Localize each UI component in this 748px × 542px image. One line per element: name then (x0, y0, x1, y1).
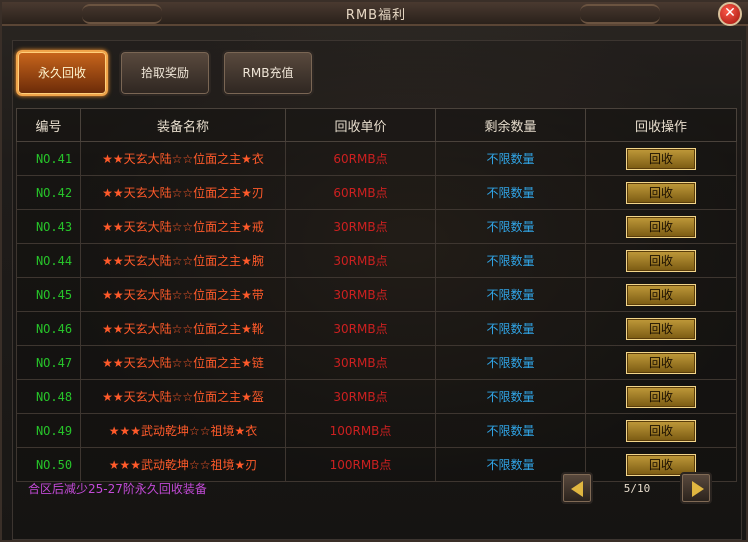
item-name: ★★★武动乾坤☆☆祖境★衣 (80, 413, 286, 448)
recycle-button[interactable]: 回收 (626, 351, 696, 374)
header-number: 编号 (16, 108, 81, 142)
table-row: NO.44 ★★天玄大陆☆☆位面之主★腕 30RMB点 不限数量 回收 (16, 243, 737, 278)
page-indicator: 5/10 (623, 482, 651, 495)
table-row: NO.45 ★★天玄大陆☆☆位面之主★带 30RMB点 不限数量 回收 (16, 277, 737, 312)
table-row: NO.42 ★★天玄大陆☆☆位面之主★刃 60RMB点 不限数量 回收 (16, 175, 737, 210)
rmb-welfare-window: RMB福利 ✕ 永久回收 拾取奖励 RMB充值 编号 装备名称 回收单价 剩余数… (0, 0, 748, 542)
recycle-button[interactable]: 回收 (626, 147, 696, 170)
action-cell: 回收 (585, 311, 737, 346)
remaining-quantity: 不限数量 (435, 141, 586, 176)
unit-price: 30RMB点 (285, 379, 436, 414)
header-remaining: 剩余数量 (435, 108, 586, 142)
row-number: NO.44 (16, 243, 81, 278)
footer-note: 合区后减少25-27阶永久回收装备 (28, 482, 207, 496)
triangle-right-icon (692, 481, 704, 497)
action-cell: 回收 (585, 345, 737, 380)
unit-price: 60RMB点 (285, 175, 436, 210)
action-cell: 回收 (585, 141, 737, 176)
close-button[interactable]: ✕ (718, 2, 742, 26)
row-number: NO.48 (16, 379, 81, 414)
remaining-quantity: 不限数量 (435, 175, 586, 210)
remaining-quantity: 不限数量 (435, 243, 586, 278)
row-number: NO.45 (16, 277, 81, 312)
remaining-quantity: 不限数量 (435, 209, 586, 244)
recycle-button[interactable]: 回收 (626, 317, 696, 340)
action-cell: 回收 (585, 447, 737, 482)
next-page-button[interactable] (680, 472, 712, 504)
header-unit-price: 回收单价 (285, 108, 436, 142)
unit-price: 100RMB点 (285, 447, 436, 482)
row-number: NO.47 (16, 345, 81, 380)
tab-permanent-recycle[interactable]: 永久回收 (16, 50, 108, 96)
unit-price: 60RMB点 (285, 141, 436, 176)
action-cell: 回收 (585, 379, 737, 414)
table-row: NO.49 ★★★武动乾坤☆☆祖境★衣 100RMB点 不限数量 回收 (16, 413, 737, 448)
table-row: NO.46 ★★天玄大陆☆☆位面之主★靴 30RMB点 不限数量 回收 (16, 311, 737, 346)
action-cell: 回收 (585, 175, 737, 210)
remaining-quantity: 不限数量 (435, 345, 586, 380)
row-number: NO.50 (16, 447, 81, 482)
remaining-quantity: 不限数量 (435, 277, 586, 312)
recycle-button[interactable]: 回收 (626, 419, 696, 442)
table-row: NO.48 ★★天玄大陆☆☆位面之主★盔 30RMB点 不限数量 回收 (16, 379, 737, 414)
unit-price: 100RMB点 (285, 413, 436, 448)
recycle-button[interactable]: 回收 (626, 181, 696, 204)
tab-rmb-recharge[interactable]: RMB充值 (222, 50, 314, 96)
item-name: ★★天玄大陆☆☆位面之主★衣 (80, 141, 286, 176)
row-number: NO.41 (16, 141, 81, 176)
unit-price: 30RMB点 (285, 345, 436, 380)
action-cell: 回收 (585, 413, 737, 448)
tab-pickup-reward[interactable]: 拾取奖励 (119, 50, 211, 96)
recycle-button[interactable]: 回收 (626, 283, 696, 306)
header-action: 回收操作 (585, 108, 737, 142)
recycle-button[interactable]: 回收 (626, 385, 696, 408)
table-row: NO.43 ★★天玄大陆☆☆位面之主★戒 30RMB点 不限数量 回收 (16, 209, 737, 244)
item-name: ★★天玄大陆☆☆位面之主★盔 (80, 379, 286, 414)
unit-price: 30RMB点 (285, 209, 436, 244)
action-cell: 回收 (585, 243, 737, 278)
window-title: RMB福利 (345, 8, 407, 23)
item-name: ★★天玄大陆☆☆位面之主★链 (80, 345, 286, 380)
title-bar[interactable]: RMB福利 (2, 2, 748, 26)
item-name: ★★★武动乾坤☆☆祖境★刃 (80, 447, 286, 482)
row-number: NO.49 (16, 413, 81, 448)
unit-price: 30RMB点 (285, 277, 436, 312)
unit-price: 30RMB点 (285, 311, 436, 346)
recycle-button[interactable]: 回收 (626, 249, 696, 272)
action-cell: 回收 (585, 209, 737, 244)
prev-page-button[interactable] (561, 472, 593, 504)
recycle-table: 编号 装备名称 回收单价 剩余数量 回收操作 NO.41 ★★天玄大陆☆☆位面之… (16, 108, 737, 482)
table-header-row: 编号 装备名称 回收单价 剩余数量 回收操作 (16, 108, 737, 142)
remaining-quantity: 不限数量 (435, 379, 586, 414)
row-number: NO.46 (16, 311, 81, 346)
table-row: NO.50 ★★★武动乾坤☆☆祖境★刃 100RMB点 不限数量 回收 (16, 447, 737, 482)
item-name: ★★天玄大陆☆☆位面之主★带 (80, 277, 286, 312)
table-row: NO.41 ★★天玄大陆☆☆位面之主★衣 60RMB点 不限数量 回收 (16, 141, 737, 176)
action-cell: 回收 (585, 277, 737, 312)
item-name: ★★天玄大陆☆☆位面之主★腕 (80, 243, 286, 278)
unit-price: 30RMB点 (285, 243, 436, 278)
remaining-quantity: 不限数量 (435, 311, 586, 346)
triangle-left-icon (571, 481, 583, 497)
remaining-quantity: 不限数量 (435, 413, 586, 448)
table-row: NO.47 ★★天玄大陆☆☆位面之主★链 30RMB点 不限数量 回收 (16, 345, 737, 380)
header-item-name: 装备名称 (80, 108, 286, 142)
row-number: NO.42 (16, 175, 81, 210)
recycle-button[interactable]: 回收 (626, 215, 696, 238)
item-name: ★★天玄大陆☆☆位面之主★刃 (80, 175, 286, 210)
item-name: ★★天玄大陆☆☆位面之主★戒 (80, 209, 286, 244)
row-number: NO.43 (16, 209, 81, 244)
item-name: ★★天玄大陆☆☆位面之主★靴 (80, 311, 286, 346)
